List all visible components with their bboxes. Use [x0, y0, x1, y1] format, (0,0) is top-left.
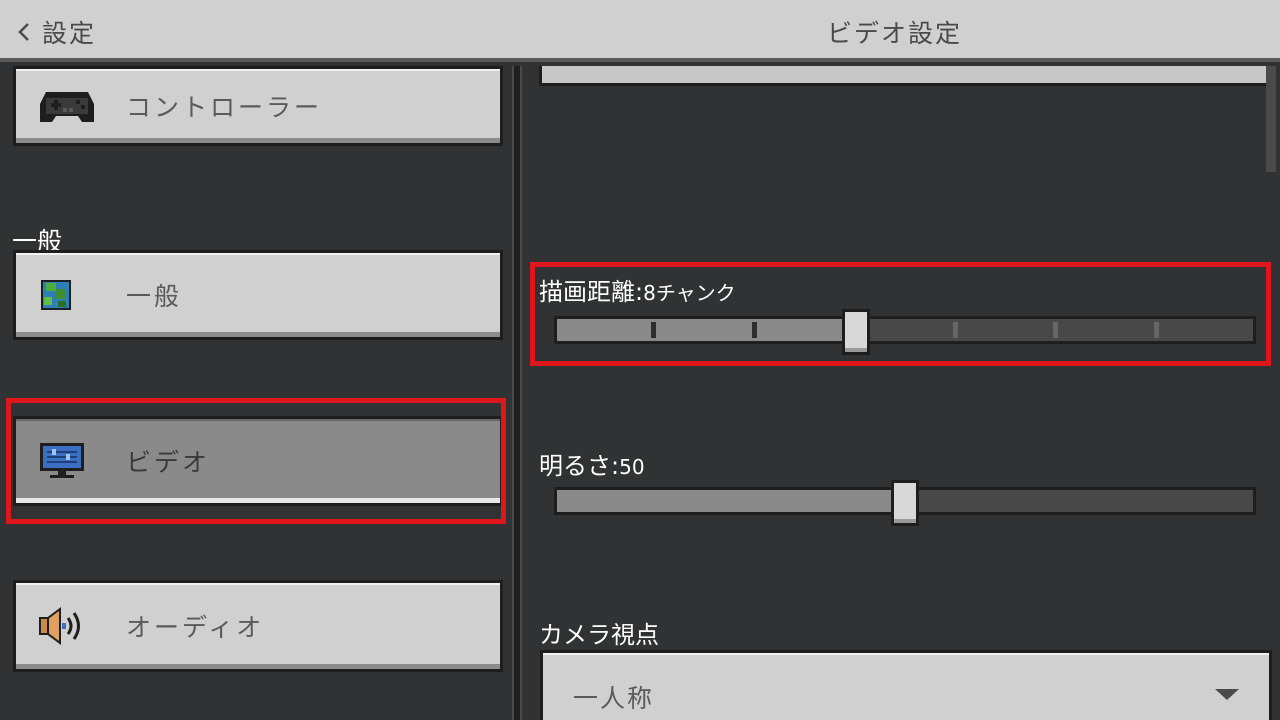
gamepad-icon [38, 84, 96, 128]
sidebar: コントローラー 一般 一般 ビデオ オーディオ [0, 66, 512, 720]
page-title: ビデオ設定 [827, 19, 963, 48]
brightness-label: 明るさ:50 [539, 452, 645, 480]
monitor-icon [38, 441, 86, 481]
dropdown-value: 一人称 [573, 684, 655, 713]
render-distance-slider[interactable] [554, 316, 1256, 344]
slider-tick [953, 322, 958, 338]
sidebar-item-video[interactable]: ビデオ [13, 416, 503, 506]
camera-perspective-dropdown[interactable]: 一人称 [540, 650, 1272, 720]
sidebar-item-audio[interactable]: オーディオ [13, 580, 503, 672]
camera-perspective-label: カメラ視点 [539, 621, 659, 649]
chevron-down-icon [1215, 689, 1239, 700]
slider-tick [1053, 322, 1058, 338]
slider-tick [1154, 322, 1159, 338]
sidebar-item-label: 一般 [126, 282, 183, 311]
sidebar-item-label: ビデオ [126, 448, 211, 477]
slider-fill [557, 319, 857, 341]
back-label: 設定 [42, 19, 97, 48]
panel-divider [512, 66, 522, 720]
previous-setting-control[interactable] [539, 66, 1272, 86]
slider-tick [752, 322, 757, 338]
render-distance-label: 描画距離:8チャンク [539, 278, 736, 306]
back-button[interactable]: 設定 [14, 12, 96, 52]
sidebar-item-label: コントローラー [126, 93, 323, 122]
settings-panel: 描画距離:8チャンク 明るさ:50 カメラ視点 一人称 [522, 66, 1280, 720]
sidebar-item-controller[interactable]: コントローラー [13, 66, 503, 146]
slider-fill [557, 490, 905, 512]
sidebar-item-label: オーディオ [126, 613, 265, 642]
slider-tick [651, 322, 656, 338]
globe-icon [38, 277, 74, 313]
chevron-left-icon [14, 20, 34, 44]
brightness-slider-thumb[interactable] [891, 480, 919, 526]
speaker-icon [38, 606, 88, 646]
sidebar-item-general[interactable]: 一般 [13, 250, 503, 340]
scrollbar[interactable] [1266, 66, 1276, 172]
render-distance-slider-thumb[interactable] [842, 309, 871, 355]
render-distance-value: 8チャンク [643, 281, 736, 305]
header-bar: 設定 ビデオ設定 [0, 0, 1280, 62]
brightness-value: 50 [619, 455, 645, 479]
